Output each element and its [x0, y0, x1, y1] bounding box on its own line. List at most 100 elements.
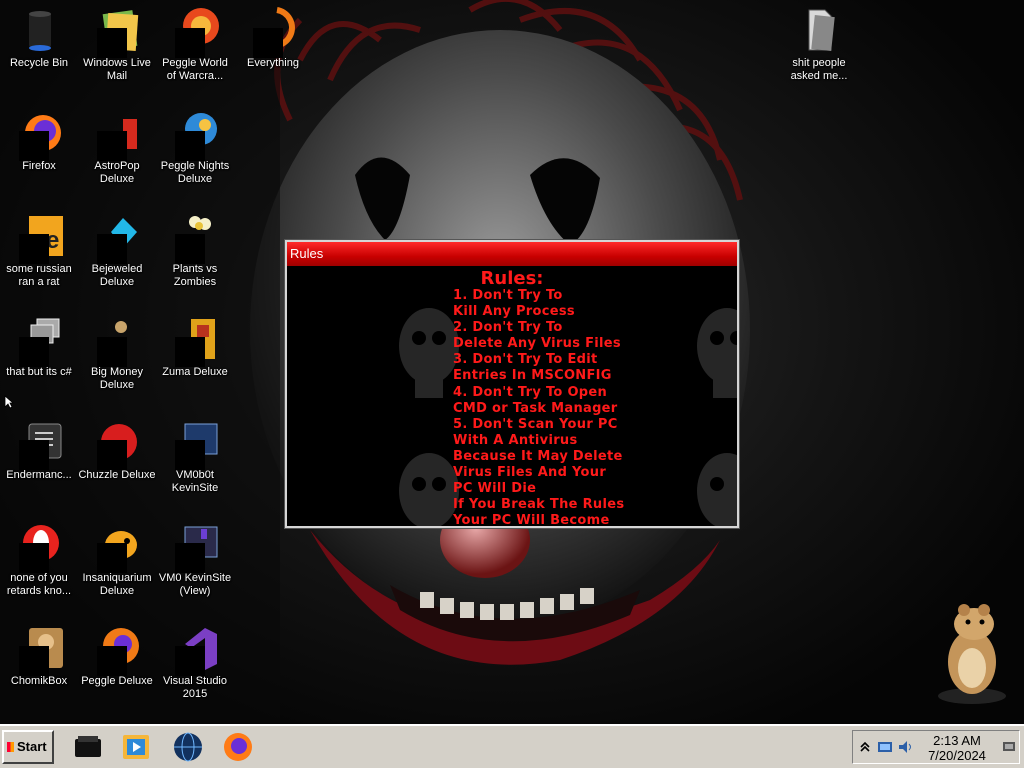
start-button[interactable]: Start [2, 730, 54, 764]
desktop-icon-visual-studio[interactable]: Visual Studio 2015 [156, 624, 234, 701]
desktop-icon-peggle-deluxe[interactable]: Peggle Deluxe [78, 624, 156, 688]
desktop-icon-endermanch[interactable]: Endermanc... [0, 418, 78, 482]
rule-line: PC Will Die [453, 481, 537, 497]
rule-line: Your PC Will Become [453, 513, 610, 526]
window-stack-icon [15, 315, 63, 367]
globe-icon[interactable] [172, 731, 204, 763]
chevron-up-icon[interactable] [857, 739, 873, 755]
rule-line: 3. Don't Try To Edit [453, 352, 598, 368]
desktop-icon-astropop[interactable]: AstroPop Deluxe [78, 109, 156, 186]
rule-line: 1. Don't Try To [453, 288, 563, 303]
redaction-box [97, 440, 127, 470]
rule-line: Virus Files And Your [453, 465, 607, 481]
desktop-icon-everything[interactable]: Everything [234, 6, 312, 70]
fish-icon [93, 521, 141, 573]
clock[interactable]: 2:13 AM 7/20/2024 [917, 733, 997, 763]
desktop-icon-bejeweled[interactable]: Bejeweled Deluxe [78, 212, 156, 289]
system-tray: 2:13 AM 7/20/2024 [852, 730, 1020, 764]
desktop-icon-chuzzle[interactable]: Chuzzle Deluxe [78, 418, 156, 482]
redaction-box [175, 337, 205, 367]
peggle-nights-icon [171, 109, 219, 161]
redaction-box [19, 234, 49, 264]
firefox-taskbar-icon[interactable] [222, 731, 254, 763]
desktop-icon-that-but-its-csharp[interactable]: that but its c# [0, 315, 78, 379]
desktop-icon-recycle-bin[interactable]: Recycle Bin [0, 6, 78, 70]
clock-time: 2:13 AM [933, 733, 981, 748]
zuma-icon [171, 315, 219, 367]
desktop-icon-vm0b0t-kevinsite[interactable]: VM0b0t KevinSite [156, 418, 234, 495]
redaction-box [97, 28, 127, 58]
desktop-icon-zuma[interactable]: Zuma Deluxe [156, 315, 234, 379]
redaction-box [97, 131, 127, 161]
windows-logo-icon [7, 742, 14, 752]
redaction-box [97, 337, 127, 367]
redaction-box [97, 234, 127, 264]
rules-window[interactable]: Rules Rules: 1. Don't Try To Kill Any Pr… [285, 240, 739, 528]
rule-line: With A Antivirus [453, 432, 578, 448]
rule-line: 2. Don't Try To [453, 320, 563, 336]
show-desktop-icon[interactable] [1001, 739, 1017, 755]
rule-line: Kill Any Process [453, 304, 575, 320]
firefox-icon [15, 109, 63, 161]
hamster-box-icon [15, 624, 63, 676]
video-icon[interactable] [120, 731, 152, 763]
rule-line: 5. Don't Scan Your PC [453, 416, 618, 432]
peggle-icon [171, 6, 219, 58]
astropop-icon [93, 109, 141, 161]
desktop-icon-plants-vs-zombies[interactable]: Plants vs Zombies [156, 212, 234, 289]
desktop-icon-folder[interactable]: shit people asked me... [780, 6, 858, 83]
redaction-box [175, 543, 205, 573]
desktop-icon-peggle-nights[interactable]: Peggle Nights Deluxe [156, 109, 234, 186]
rule-line: Entries In MSCONFIG [453, 368, 612, 384]
desktop-icon-windows-live-mail[interactable]: Windows Live Mail [78, 6, 156, 83]
taskbar: Start 2:13 AM 7/20/2024 [0, 724, 1024, 768]
plants-vs-zombies-icon [171, 212, 219, 264]
redaction-box [175, 646, 205, 676]
folder-icon [795, 6, 843, 54]
redaction-box [175, 28, 205, 58]
opera-icon [15, 521, 63, 573]
website-icon [171, 418, 219, 470]
media-player-icon[interactable] [72, 731, 104, 763]
rules-list: 1. Don't Try To Kill Any Process 2. Don'… [453, 288, 624, 526]
terminal-icon [15, 418, 63, 470]
money-bag-icon [93, 315, 141, 367]
search-app-icon [249, 6, 297, 58]
desktop-icon-chomikbox[interactable]: ChomikBox [0, 624, 78, 688]
rule-line: 4. Don't Try To Open [453, 384, 608, 400]
redaction-box [19, 337, 49, 367]
desktop-icon-firefox[interactable]: Firefox [0, 109, 78, 173]
rule-line: If You Break The Rules [453, 497, 625, 513]
desktop-icon-vm0-kevinsite-view[interactable]: VM0 KevinSite (View) [156, 521, 234, 598]
redaction-box [175, 234, 205, 264]
exe-icon: e [15, 212, 63, 264]
redaction-box [253, 28, 283, 58]
hamster-mascot-icon [938, 604, 1006, 704]
chuzzle-icon [93, 418, 141, 470]
desktop-icon-big-money[interactable]: Big Money Deluxe [78, 315, 156, 392]
rule-line: Because It May Delete [453, 448, 623, 464]
redaction-box [97, 646, 127, 676]
redaction-box [175, 440, 205, 470]
network-icon[interactable] [877, 739, 893, 755]
website-view-icon [171, 521, 219, 573]
volume-icon[interactable] [897, 739, 913, 755]
desktop-icon-insaniquarium[interactable]: Insaniquarium Deluxe [78, 521, 156, 598]
redaction-box [19, 131, 49, 161]
desktop-icon-russian-rat[interactable]: e some russian ran a rat [0, 212, 78, 289]
rule-line: Delete Any Virus Files [453, 336, 621, 352]
redaction-box [97, 543, 127, 573]
mail-icon [93, 6, 141, 58]
redaction-box [19, 440, 49, 470]
peggle-deluxe-icon [93, 624, 141, 676]
bejeweled-icon [93, 212, 141, 264]
redaction-box [175, 131, 205, 161]
rules-window-title: Rules [290, 246, 324, 261]
rules-window-body: Rules: 1. Don't Try To Kill Any Process … [287, 266, 737, 526]
rule-line: CMD or Task Manager [453, 400, 618, 416]
desktop-icon-peggle-world-of-warcraft[interactable]: Peggle World of Warcra... [156, 6, 234, 83]
recycle-bin-icon [15, 6, 63, 54]
redaction-box [19, 646, 49, 676]
desktop-icon-opera[interactable]: none of you retards kno... [0, 521, 78, 598]
rules-window-titlebar[interactable]: Rules [287, 242, 737, 266]
